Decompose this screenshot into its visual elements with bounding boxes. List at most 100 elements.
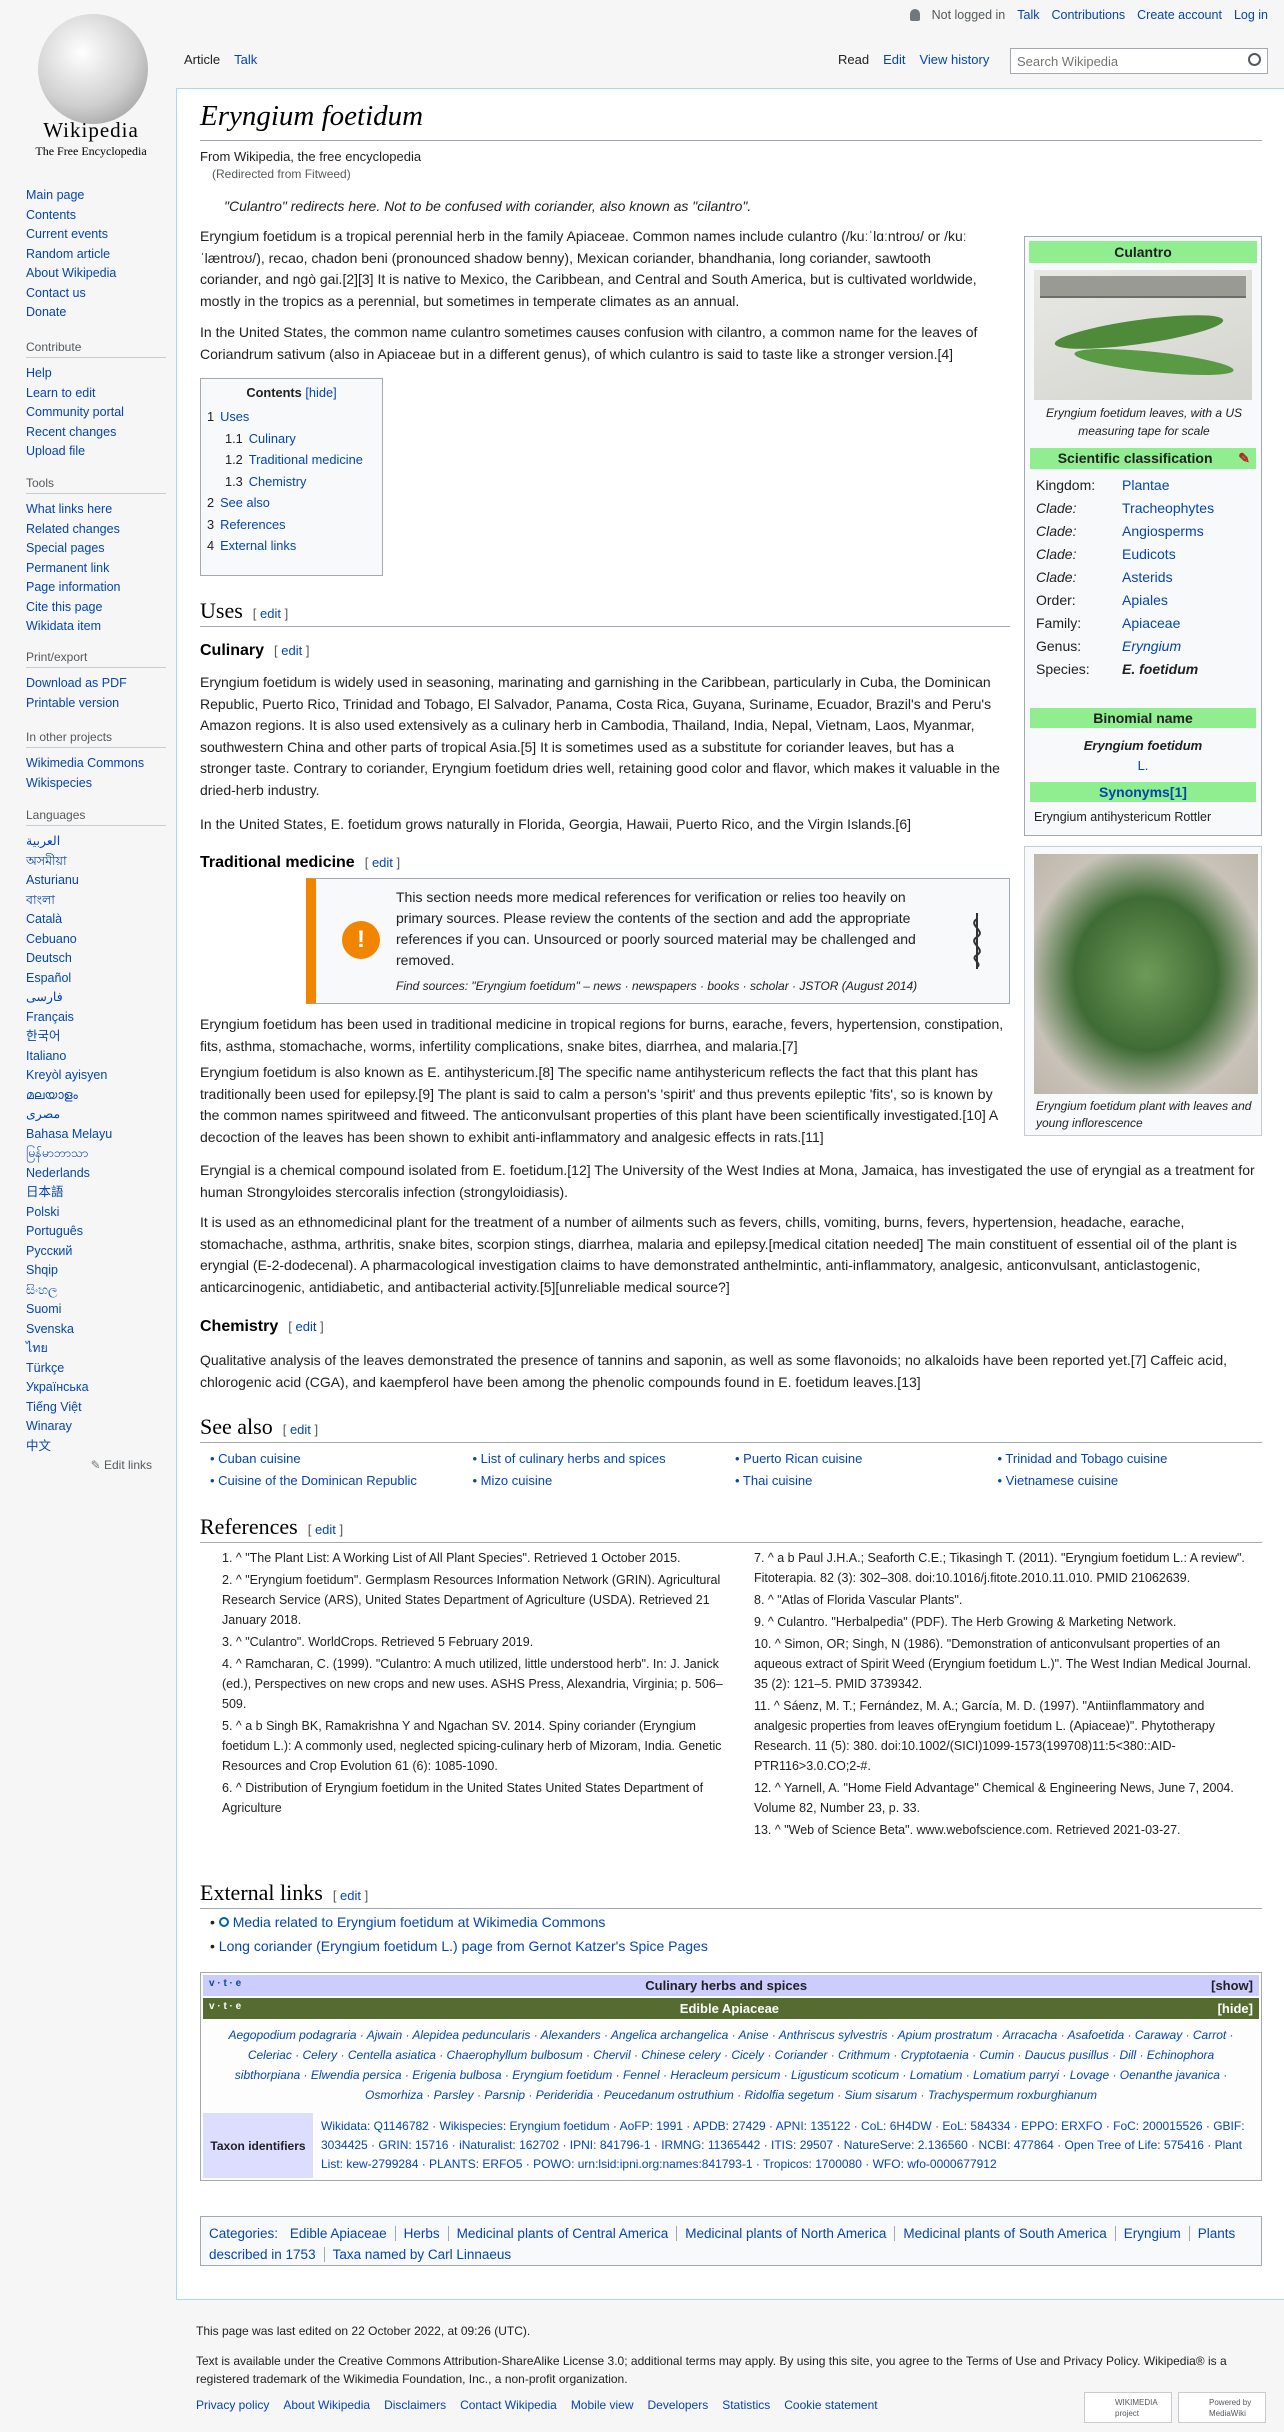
navbox-vte[interactable]: v · t · e xyxy=(209,1978,241,1993)
tab-edit[interactable]: Edit xyxy=(883,52,905,67)
edit-culinary[interactable]: edit xyxy=(281,643,302,658)
see-also-link[interactable]: • Cuban cuisine xyxy=(210,1448,473,1470)
language-link[interactable]: മലയാളം xyxy=(26,1086,176,1106)
category-link[interactable]: Herbs xyxy=(394,2226,448,2241)
category-link[interactable]: Edible Apiaceae xyxy=(282,2226,395,2241)
language-link[interactable]: العربية xyxy=(26,832,176,852)
language-link[interactable]: Winaray xyxy=(26,1417,176,1437)
edit-see-also[interactable]: edit xyxy=(290,1422,311,1437)
sidebar-item[interactable]: Learn to edit xyxy=(26,384,176,404)
login-link[interactable]: Log in xyxy=(1234,8,1268,22)
sidebar-item[interactable]: Community portal xyxy=(26,403,176,423)
language-link[interactable]: Русский xyxy=(26,1242,176,1262)
see-also-link[interactable]: • Thai cuisine xyxy=(735,1470,998,1492)
sidebar-item[interactable]: Permanent link xyxy=(26,559,176,579)
see-also-link[interactable]: • Puerto Rican cuisine xyxy=(735,1448,998,1470)
language-link[interactable]: Shqip xyxy=(26,1261,176,1281)
edit-uses[interactable]: edit xyxy=(260,606,281,621)
toc-entry[interactable]: 1.2 Traditional medicine xyxy=(207,449,376,471)
see-also-link[interactable]: • List of culinary herbs and spices xyxy=(473,1448,736,1470)
toc-entry[interactable]: 2 See also xyxy=(207,492,376,514)
language-link[interactable]: Kreyòl ayisyen xyxy=(26,1066,176,1086)
toc-entry[interactable]: 4 External links xyxy=(207,535,376,557)
see-also-link[interactable]: • Trinidad and Tobago cuisine xyxy=(998,1448,1261,1470)
search-input[interactable] xyxy=(1011,49,1231,73)
plant-image[interactable] xyxy=(1034,854,1258,1094)
language-link[interactable]: Suomi xyxy=(26,1300,176,1320)
footer-link[interactable]: Cookie statement xyxy=(784,2398,877,2412)
sidebar-item[interactable]: Donate xyxy=(26,303,176,323)
language-link[interactable]: Français xyxy=(26,1008,176,1028)
language-link[interactable]: Català xyxy=(26,910,176,930)
category-link[interactable]: Taxa named by Carl Linnaeus xyxy=(323,2247,520,2262)
sidebar-item[interactable]: Special pages xyxy=(26,539,176,559)
sidebar-item[interactable]: Page information xyxy=(26,578,176,598)
footer-link[interactable]: Mobile view xyxy=(571,2398,634,2412)
sidebar-item[interactable]: Cite this page xyxy=(26,598,176,618)
edit-external-links[interactable]: edit xyxy=(340,1888,361,1903)
sidebar-item[interactable]: Main page xyxy=(26,186,176,206)
footer-link[interactable]: Statistics xyxy=(722,2398,770,2412)
language-link[interactable]: Deutsch xyxy=(26,949,176,969)
footer-link[interactable]: Developers xyxy=(648,2398,709,2412)
language-link[interactable]: සිංහල xyxy=(26,1281,176,1301)
sidebar-item[interactable]: Wikidata item xyxy=(26,617,176,637)
category-link[interactable]: Medicinal plants of Central America xyxy=(447,2226,677,2241)
category-link[interactable]: Medicinal plants of South America xyxy=(894,2226,1115,2241)
toc-entry[interactable]: 1.3 Chemistry xyxy=(207,471,376,493)
sidebar-item[interactable]: Wikispecies xyxy=(26,774,176,794)
navbox-show-toggle[interactable]: [show] xyxy=(1211,1978,1253,1993)
external-link-commons[interactable]: • Media related to Eryngium foetidum at … xyxy=(210,1912,605,1934)
edit-references[interactable]: edit xyxy=(315,1522,336,1537)
sidebar-item[interactable]: Download as PDF xyxy=(26,674,176,694)
toc-hide-toggle[interactable]: [hide] xyxy=(305,385,336,400)
wikipedia-logo[interactable]: Wikipedia The Free Encyclopedia xyxy=(24,8,174,158)
language-link[interactable]: Italiano xyxy=(26,1047,176,1067)
tab-talk[interactable]: Talk xyxy=(234,52,257,67)
sidebar-item[interactable]: About Wikipedia xyxy=(26,264,176,284)
talk-link[interactable]: Talk xyxy=(1017,8,1039,22)
navbox-sub-vte[interactable]: v · t · e xyxy=(209,2001,241,2016)
tab-view-history[interactable]: View history xyxy=(919,52,989,67)
language-link[interactable]: Português xyxy=(26,1222,176,1242)
edit-chemistry[interactable]: edit xyxy=(295,1319,316,1334)
sidebar-item[interactable]: Recent changes xyxy=(26,423,176,443)
binomial-author-link[interactable]: L. xyxy=(1138,758,1149,773)
language-link[interactable]: Polski xyxy=(26,1203,176,1223)
language-link[interactable]: 한국어 xyxy=(26,1027,176,1047)
sidebar-item[interactable]: Upload file xyxy=(26,442,176,462)
sidebar-item[interactable]: Help xyxy=(26,364,176,384)
language-link[interactable]: 日本語 xyxy=(26,1183,176,1203)
category-link[interactable]: Medicinal plants of North America xyxy=(676,2226,895,2241)
sidebar-item[interactable]: Contents xyxy=(26,206,176,226)
sidebar-item[interactable]: Wikimedia Commons xyxy=(26,754,176,774)
categories-label[interactable]: Categories: xyxy=(209,2226,278,2241)
language-link[interactable]: Español xyxy=(26,969,176,989)
sidebar-item[interactable]: Current events xyxy=(26,225,176,245)
footer-link[interactable]: About Wikipedia xyxy=(283,2398,370,2412)
tab-article[interactable]: Article xyxy=(184,52,220,67)
language-link[interactable]: مصرى xyxy=(26,1105,176,1125)
language-link[interactable]: Bahasa Melayu xyxy=(26,1125,176,1145)
sidebar-item[interactable]: Contact us xyxy=(26,284,176,304)
sidebar-item[interactable]: Printable version xyxy=(26,694,176,714)
footer-link[interactable]: Contact Wikipedia xyxy=(460,2398,557,2412)
language-link[interactable]: မြန်မာဘာသာ xyxy=(26,1144,176,1164)
category-link[interactable]: Eryngium xyxy=(1114,2226,1189,2241)
toc-entry[interactable]: 3 References xyxy=(207,514,376,536)
contributions-link[interactable]: Contributions xyxy=(1052,8,1126,22)
footer-link[interactable]: Privacy policy xyxy=(196,2398,269,2412)
language-link[interactable]: Nederlands xyxy=(26,1164,176,1184)
tab-read[interactable]: Read xyxy=(838,52,869,67)
see-also-link[interactable]: • Mizo cuisine xyxy=(473,1470,736,1492)
mediawiki-badge[interactable]: Powered by MediaWiki xyxy=(1178,2392,1266,2423)
language-link[interactable]: Türkçe xyxy=(26,1359,176,1379)
language-link[interactable]: Asturianu xyxy=(26,871,176,891)
language-link[interactable]: فارسی xyxy=(26,988,176,1008)
edit-pencil-icon[interactable]: ✎ xyxy=(1238,450,1250,467)
navbox-hide-toggle[interactable]: [hide] xyxy=(1218,2001,1253,2016)
sidebar-item[interactable]: What links here xyxy=(26,500,176,520)
sidebar-item[interactable]: Related changes xyxy=(26,520,176,540)
language-link[interactable]: Tiếng Việt xyxy=(26,1398,176,1418)
language-link[interactable]: Cebuano xyxy=(26,930,176,950)
